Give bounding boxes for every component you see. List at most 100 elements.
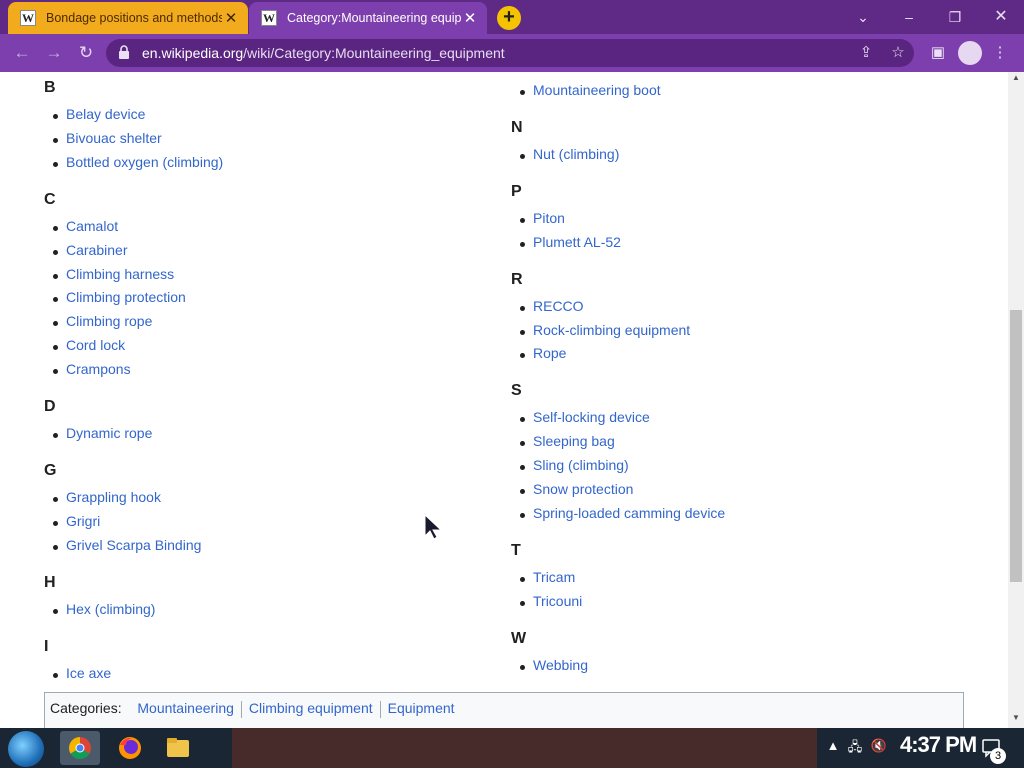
- category-member-link[interactable]: Belay device: [66, 106, 145, 122]
- new-tab-button[interactable]: +: [497, 6, 521, 30]
- category-link-climbing-equipment[interactable]: Climbing equipment: [249, 700, 373, 716]
- category-member-link[interactable]: Nut (climbing): [533, 146, 619, 162]
- list-bullet: [520, 217, 525, 223]
- list-bullet: [53, 249, 58, 255]
- share-icon[interactable]: ⇪: [854, 42, 878, 64]
- tab-search-icon[interactable]: ⌄: [840, 4, 886, 30]
- category-member-link[interactable]: Hex (climbing): [66, 601, 155, 617]
- category-member-link[interactable]: Ice axe: [66, 665, 111, 681]
- list-bullet: [520, 465, 525, 471]
- section-letter: G: [44, 461, 57, 479]
- category-member-link[interactable]: Sleeping bag: [533, 433, 615, 449]
- url-domain: en.wikipedia.org: [142, 45, 244, 61]
- list-bullet: [53, 369, 58, 375]
- list-bullet: [53, 321, 58, 327]
- category-member-link[interactable]: Rock-climbing equipment: [533, 322, 690, 338]
- list-bullet: [53, 345, 58, 351]
- categories-row: Categories: Mountaineering Climbing equip…: [50, 700, 455, 718]
- minimize-button[interactable]: –: [886, 4, 932, 30]
- wikipedia-favicon-icon: W: [261, 10, 277, 26]
- chrome-taskbar-button[interactable]: [60, 731, 100, 765]
- category-member-link[interactable]: Grigri: [66, 513, 100, 529]
- list-bullet: [520, 576, 525, 582]
- file-explorer-taskbar-button[interactable]: [158, 731, 198, 765]
- category-member-link[interactable]: Snow protection: [533, 481, 633, 497]
- list-bullet: [520, 600, 525, 606]
- category-member-link[interactable]: Bottled oxygen (climbing): [66, 154, 223, 170]
- category-member-link[interactable]: Tricouni: [533, 593, 582, 609]
- category-link-equipment[interactable]: Equipment: [388, 700, 455, 716]
- lock-icon[interactable]: [118, 45, 130, 59]
- list-bullet: [53, 520, 58, 526]
- section-letter: W: [511, 629, 527, 647]
- category-member-link[interactable]: Rope: [533, 345, 566, 361]
- list-bullet: [53, 114, 58, 119]
- category-member-link[interactable]: Camalot: [66, 218, 118, 234]
- section-letter: P: [511, 182, 522, 200]
- category-member-link[interactable]: Plumett AL-52: [533, 234, 621, 250]
- close-tab-icon[interactable]: ✕: [461, 9, 479, 27]
- network-icon[interactable]: 🖧: [846, 738, 864, 760]
- category-member-link[interactable]: Sling (climbing): [533, 457, 629, 473]
- side-panel-icon[interactable]: ▣: [926, 42, 950, 64]
- category-link-mountaineering[interactable]: Mountaineering: [137, 700, 234, 716]
- list-bullet: [520, 489, 525, 494]
- category-separator: [379, 700, 381, 718]
- section-letter: R: [511, 270, 523, 288]
- tab-title: Category:Mountaineering equipment: [287, 11, 461, 25]
- category-member-link[interactable]: Webbing: [533, 657, 588, 673]
- volume-muted-icon[interactable]: 🔇: [870, 738, 888, 754]
- category-member-link[interactable]: Dynamic rope: [66, 425, 152, 441]
- mouse-pointer-icon: [424, 514, 443, 540]
- tab-bondage-positions[interactable]: W Bondage positions and methods ✕: [8, 2, 248, 34]
- list-bullet: [520, 329, 525, 335]
- bookmark-star-icon[interactable]: ☆: [886, 42, 910, 64]
- desktop-wallpaper-strip: [232, 728, 817, 768]
- profile-avatar-icon[interactable]: [958, 41, 982, 65]
- list-bullet: [53, 297, 58, 303]
- page-content: B Belay device Bivouac shelter Bottled oxyg…: [0, 72, 1008, 728]
- section-letter: I: [44, 637, 49, 655]
- category-member-link[interactable]: Crampons: [66, 361, 131, 377]
- category-member-link[interactable]: Spring-loaded camming device: [533, 505, 725, 521]
- scroll-up-arrow-icon[interactable]: ▲: [1008, 73, 1024, 87]
- category-member-link[interactable]: Bivouac shelter: [66, 130, 162, 146]
- list-bullet: [53, 496, 58, 502]
- close-tab-icon[interactable]: ✕: [222, 9, 240, 27]
- list-bullet: [520, 417, 525, 423]
- category-member-link[interactable]: Climbing rope: [66, 313, 152, 329]
- category-member-link[interactable]: Tricam: [533, 569, 575, 585]
- scroll-down-arrow-icon[interactable]: ▼: [1008, 713, 1024, 727]
- url-text[interactable]: en.wikipedia.org/wiki/Category:Mountaine…: [142, 45, 505, 61]
- back-arrow-icon[interactable]: ←: [8, 40, 36, 66]
- show-hidden-icons-icon[interactable]: ▲: [824, 738, 842, 753]
- chrome-icon: [69, 737, 91, 759]
- tab-mountaineering-equipment[interactable]: W Category:Mountaineering equipment ✕: [249, 2, 487, 34]
- firefox-taskbar-button[interactable]: [110, 731, 150, 765]
- close-window-button[interactable]: ✕: [978, 4, 1024, 30]
- category-member-link[interactable]: Self-locking device: [533, 409, 650, 425]
- category-member-link[interactable]: Climbing protection: [66, 289, 186, 305]
- reload-icon[interactable]: ↻: [72, 40, 100, 66]
- section-letter: B: [44, 79, 56, 96]
- restore-button[interactable]: ❐: [932, 4, 978, 30]
- list-bullet: [53, 137, 58, 143]
- menu-kebab-icon[interactable]: ⋮: [990, 42, 1010, 64]
- section-letter: H: [44, 573, 56, 591]
- category-member-link[interactable]: Mountaineering boot: [533, 82, 661, 98]
- category-member-link[interactable]: Grivel Scarpa Binding: [66, 537, 201, 553]
- taskbar-clock[interactable]: 4:37 PM: [900, 732, 977, 758]
- category-member-link[interactable]: Climbing harness: [66, 266, 174, 282]
- scrollbar-thumb[interactable]: [1010, 310, 1022, 582]
- list-bullet: [520, 664, 525, 670]
- category-member-link[interactable]: Grappling hook: [66, 489, 161, 505]
- category-member-link[interactable]: RECCO: [533, 298, 584, 314]
- start-button[interactable]: [8, 731, 44, 767]
- category-member-link[interactable]: Piton: [533, 210, 565, 226]
- category-member-link[interactable]: Cord lock: [66, 337, 125, 353]
- list-bullet: [53, 225, 58, 231]
- section-letter: N: [511, 118, 523, 136]
- forward-arrow-icon[interactable]: →: [40, 40, 68, 66]
- category-member-link[interactable]: Carabiner: [66, 242, 127, 258]
- list-bullet: [53, 273, 58, 279]
